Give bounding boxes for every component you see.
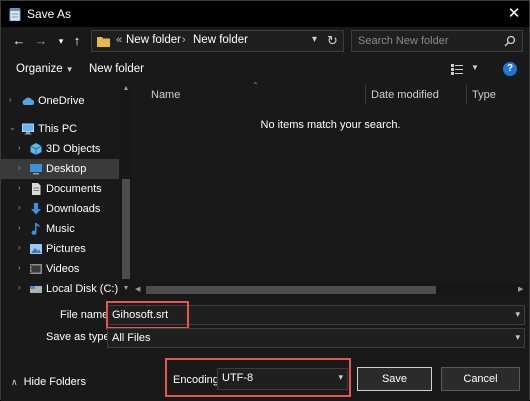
video-icon xyxy=(30,264,42,274)
sidebar-item-videos[interactable]: › Videos xyxy=(1,259,119,279)
expand-icon[interactable]: ⌄ xyxy=(9,123,16,132)
file-name-highlight-box xyxy=(106,301,189,329)
scroll-left-icon[interactable]: ◀ xyxy=(135,285,140,293)
navigation-bar: ← → ▾ ↑ « New folder › New folder ▾ ↻ Se… xyxy=(1,27,529,57)
navigation-pane: › OneDrive ⌄ This PC › 3D Objects › Desk… xyxy=(1,83,132,297)
encoding-highlight-box xyxy=(165,358,351,397)
disk-icon xyxy=(30,286,42,293)
command-bar: Organize ▼ New folder ▼ ? xyxy=(1,57,529,83)
save-form: File name: Gihosoft.srt ▾ Save as type: … xyxy=(1,297,529,401)
column-header-date-modified[interactable]: Date modified xyxy=(371,89,439,101)
save-as-type-value: All Files xyxy=(112,332,151,344)
document-icon xyxy=(32,183,41,195)
address-overflow-chevron[interactable]: « xyxy=(116,34,122,46)
hide-folders-label: Hide Folders xyxy=(23,376,86,388)
new-folder-button[interactable]: New folder xyxy=(89,63,144,75)
sidebar-scrollbar[interactable]: ▲ ▼ xyxy=(120,83,132,297)
expand-icon[interactable]: › xyxy=(18,163,21,172)
sidebar-item-documents[interactable]: › Documents xyxy=(1,179,119,199)
save-button[interactable]: Save xyxy=(357,367,432,391)
sidebar-item-desktop[interactable]: › Desktop xyxy=(1,159,119,179)
scroll-down-icon[interactable]: ▼ xyxy=(122,285,130,295)
sidebar-item-label: Desktop xyxy=(46,163,87,175)
organize-label: Organize xyxy=(16,63,63,75)
file-list-horizontal-scrollbar[interactable]: ◀ ▶ xyxy=(132,283,529,297)
chevron-down-icon: ▼ xyxy=(65,65,74,74)
pictures-icon xyxy=(30,244,42,254)
chevron-down-icon[interactable]: ▾ xyxy=(515,332,520,343)
back-button[interactable]: ← xyxy=(9,31,29,51)
sidebar-item-pictures[interactable]: › Pictures xyxy=(1,239,119,259)
save-as-dialog: Save As ✕ ← → ▾ ↑ « New folder › New fol… xyxy=(0,0,530,401)
expand-icon[interactable]: › xyxy=(18,283,21,292)
empty-folder-message: No items match your search. xyxy=(260,119,401,131)
sidebar-item-music[interactable]: › Music xyxy=(1,219,119,239)
save-as-type-label: Save as type: xyxy=(46,331,113,343)
scrollbar-thumb[interactable] xyxy=(146,286,436,294)
column-header-type[interactable]: Type xyxy=(472,89,496,101)
sidebar-item-label: Local Disk (C:) xyxy=(46,283,119,295)
column-divider[interactable] xyxy=(466,85,467,105)
view-dropdown-icon[interactable]: ▼ xyxy=(471,63,479,72)
chevron-up-icon: ∧ xyxy=(11,377,18,387)
search-icon xyxy=(504,35,516,47)
title-bar: Save As ✕ xyxy=(1,1,529,27)
sidebar-item-3d-objects[interactable]: › 3D Objects xyxy=(1,139,119,159)
column-divider[interactable] xyxy=(365,85,366,105)
sort-indicator-icon: ⌃ xyxy=(252,81,259,90)
expand-icon[interactable]: › xyxy=(18,263,21,272)
window-title: Save As xyxy=(27,7,72,21)
cancel-button[interactable]: Cancel xyxy=(441,367,520,391)
address-bar[interactable]: « New folder › New folder ▾ ↻ xyxy=(91,30,344,52)
file-name-label: File name: xyxy=(60,309,112,321)
computer-icon xyxy=(22,123,34,135)
sidebar-item-label: Videos xyxy=(46,263,80,275)
sidebar-item-label: Downloads xyxy=(46,203,101,215)
chevron-down-icon[interactable]: ▾ xyxy=(515,309,520,320)
sidebar-item-label: Music xyxy=(46,223,75,235)
breadcrumb-separator: › xyxy=(182,34,186,46)
expand-icon[interactable]: › xyxy=(9,95,12,104)
breadcrumb-new-folder-2[interactable]: New folder xyxy=(193,34,248,46)
close-icon[interactable]: ✕ xyxy=(499,1,529,27)
column-header-name[interactable]: Name xyxy=(151,89,180,101)
refresh-icon[interactable]: ↻ xyxy=(327,33,338,49)
download-icon xyxy=(31,203,41,215)
folder-icon xyxy=(97,37,110,47)
sidebar-item-label: This PC xyxy=(38,123,78,135)
sidebar-item-label: Pictures xyxy=(46,243,86,255)
expand-icon[interactable]: › xyxy=(18,243,21,252)
sidebar-item-local-disk[interactable]: › Local Disk (C:) xyxy=(1,279,119,297)
up-button[interactable]: ↑ xyxy=(67,31,87,51)
sidebar-item-label: OneDrive xyxy=(38,95,85,107)
desktop-icon xyxy=(30,164,42,175)
search-input[interactable]: Search New folder xyxy=(351,30,523,52)
scroll-right-icon[interactable]: ▶ xyxy=(518,285,523,293)
cube-icon xyxy=(30,143,42,155)
save-as-type-select[interactable]: All Files ▾ xyxy=(107,328,525,348)
expand-icon[interactable]: › xyxy=(18,183,21,192)
notepad-icon xyxy=(9,8,21,21)
organize-button[interactable]: Organize ▼ xyxy=(16,63,74,75)
expand-icon[interactable]: › xyxy=(18,223,21,232)
sidebar-item-downloads[interactable]: › Downloads xyxy=(1,199,119,219)
view-options-icon[interactable] xyxy=(451,64,463,75)
file-list-pane: ⌃ Name Date modified Type No items match… xyxy=(132,81,529,297)
scrollbar-thumb[interactable] xyxy=(122,179,130,279)
sidebar-item-onedrive[interactable]: › OneDrive xyxy=(1,91,119,111)
hide-folders-button[interactable]: ∧ Hide Folders xyxy=(11,376,86,388)
sidebar-item-label: 3D Objects xyxy=(46,143,101,155)
forward-button[interactable]: → xyxy=(31,31,51,51)
cloud-icon xyxy=(22,97,34,105)
address-dropdown-icon[interactable]: ▾ xyxy=(312,34,317,45)
scroll-up-icon[interactable]: ▲ xyxy=(122,85,130,95)
expand-icon[interactable]: › xyxy=(18,143,21,152)
help-icon[interactable]: ? xyxy=(503,62,517,76)
search-placeholder: Search New folder xyxy=(358,35,449,47)
expand-icon[interactable]: › xyxy=(18,203,21,212)
sidebar-item-label: Documents xyxy=(46,183,102,195)
sidebar-item-this-pc[interactable]: ⌄ This PC xyxy=(1,119,119,139)
music-icon xyxy=(31,223,40,235)
breadcrumb-new-folder-1[interactable]: New folder xyxy=(126,34,181,46)
